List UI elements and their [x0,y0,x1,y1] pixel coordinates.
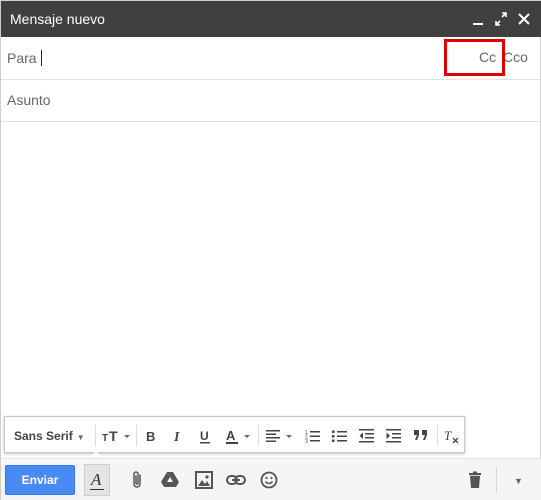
drive-icon[interactable] [159,469,181,491]
svg-text:T: T [109,428,118,444]
svg-text:T: T [444,428,452,443]
svg-text:I: I [173,430,180,444]
svg-text:T: T [102,433,108,444]
subject-field[interactable]: Asunto [1,80,541,122]
more-options-icon[interactable]: ▼ [514,476,523,486]
link-icon[interactable] [225,469,247,491]
font-family-select[interactable]: Sans Serif ▼ [14,426,85,446]
toolbar-divider [136,425,137,446]
indent-more-icon[interactable] [386,429,402,449]
message-body[interactable] [1,122,541,412]
text-color-icon[interactable]: A [225,428,255,448]
italic-icon[interactable]: I [171,428,185,448]
photo-icon[interactable] [193,469,215,491]
font-size-icon[interactable]: TT [102,428,132,448]
attach-icon[interactable] [127,469,149,491]
minimize-icon[interactable] [470,10,486,28]
toolbar-divider [258,425,259,446]
send-button[interactable]: Enviar [5,465,75,495]
svg-text:3: 3 [305,439,308,443]
svg-text:A: A [226,428,236,443]
close-icon[interactable] [516,10,532,28]
indent-less-icon[interactable] [359,429,375,449]
format-text-underline [90,489,104,490]
svg-text:B: B [146,429,155,444]
cc-highlight-box [444,39,505,76]
compose-titlebar[interactable]: Mensaje nuevo [1,1,541,37]
bold-icon[interactable]: B [144,428,158,448]
trash-icon[interactable] [464,469,486,491]
text-cursor [41,50,42,66]
chevron-down-icon: ▼ [76,433,85,442]
svg-text:U: U [200,429,209,443]
action-bar-divider [496,467,497,493]
emoji-icon[interactable] [258,469,280,491]
formatting-options-toggle[interactable]: A [84,464,110,496]
window-title: Mensaje nuevo [10,11,105,27]
bulleted-list-icon[interactable] [332,429,348,449]
format-text-icon: A [91,470,102,489]
quote-icon[interactable] [413,429,429,449]
toolbar-divider [95,425,96,446]
subject-placeholder: Asunto [7,92,51,108]
compose-action-bar: Enviar A ▼ [1,458,541,500]
to-label: Para [7,50,37,66]
expand-icon[interactable] [493,10,509,28]
formatting-toolbar: Sans Serif ▼ TT B I U A 123 T [4,416,465,466]
compose-window: Mensaje nuevo Para Cc Cco Asunto Sans Se… [0,0,541,500]
numbered-list-icon[interactable]: 123 [305,429,321,449]
remove-formatting-icon[interactable]: T [443,428,461,448]
align-icon[interactable] [266,429,296,449]
font-family-value: Sans Serif [14,429,73,443]
underline-icon[interactable]: U [198,428,212,448]
toolbar-divider [437,425,438,446]
bcc-link[interactable]: Cco [503,49,528,65]
